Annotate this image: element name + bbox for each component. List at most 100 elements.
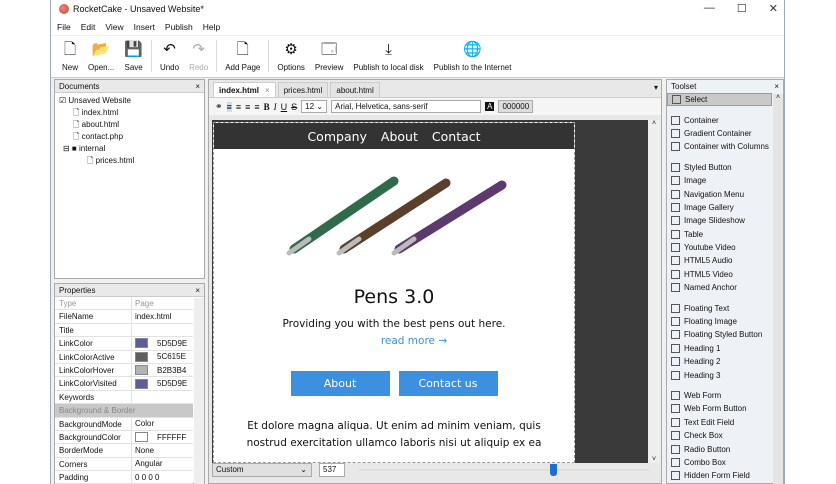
- link-icon[interactable]: ⚭: [215, 101, 223, 112]
- menu-view[interactable]: View: [105, 22, 123, 32]
- property-value[interactable]: index.html: [132, 310, 171, 322]
- menu-help[interactable]: Help: [203, 22, 220, 32]
- nav-company[interactable]: Company: [307, 129, 366, 144]
- tab-prices-html[interactable]: prices.html: [277, 82, 329, 97]
- property-value[interactable]: FFFFFF: [132, 431, 186, 443]
- align-center-icon[interactable]: ≡: [236, 102, 241, 112]
- menu-insert[interactable]: Insert: [134, 22, 155, 32]
- align-right-icon[interactable]: ≡: [245, 102, 250, 112]
- tool-floating-image[interactable]: Floating Image: [667, 315, 772, 328]
- tool-heading-1[interactable]: Heading 1: [667, 342, 772, 355]
- tab-about-html[interactable]: about.html: [330, 82, 380, 97]
- tab-menu-icon[interactable]: ▾: [654, 83, 658, 92]
- tool-html5-video[interactable]: HTML5 Video: [667, 268, 772, 281]
- tool-check-box[interactable]: Check Box: [667, 429, 772, 442]
- bold-button[interactable]: B: [264, 102, 270, 112]
- property-row[interactable]: BorderMode None: [55, 444, 193, 458]
- tool-styled-button[interactable]: Styled Button: [667, 161, 772, 174]
- tool-hidden-form-field[interactable]: Hidden Form Field: [667, 469, 772, 482]
- property-value[interactable]: 5C615E: [132, 351, 186, 363]
- property-row[interactable]: Corners Angular: [55, 457, 193, 472]
- width-slider[interactable]: [359, 464, 649, 476]
- redo-button[interactable]: ↷ Redo: [184, 41, 213, 72]
- menu-file[interactable]: File: [57, 22, 71, 32]
- property-row[interactable]: Title: [55, 323, 193, 338]
- add-page-button[interactable]: 🗋 Add Page: [220, 41, 265, 72]
- tree-root[interactable]: ☑ Unsaved Website: [59, 95, 200, 107]
- tool-heading-2[interactable]: Heading 2: [667, 355, 772, 368]
- color-swatch[interactable]: [135, 338, 148, 349]
- tool-gradient-container[interactable]: Gradient Container: [667, 127, 772, 140]
- about-button[interactable]: About: [290, 371, 390, 396]
- close-icon[interactable]: ×: [774, 82, 779, 91]
- justify-icon[interactable]: ≡: [254, 102, 259, 112]
- new-button[interactable]: 🗋 New: [57, 41, 83, 72]
- tool-image-slideshow[interactable]: Image Slideshow: [667, 214, 772, 227]
- tree-file[interactable]: 🗋 contact.php: [59, 131, 200, 143]
- property-row[interactable]: LinkColorVisited 5D5D9E: [55, 377, 193, 391]
- property-row[interactable]: LinkColorHover B2B3B4: [55, 363, 193, 378]
- italic-button[interactable]: I: [274, 102, 277, 112]
- tool-heading-3[interactable]: Heading 3: [667, 368, 772, 381]
- strike-button[interactable]: S: [291, 102, 297, 112]
- contact-us-button[interactable]: Contact us: [398, 371, 498, 396]
- tool-table[interactable]: Table: [667, 228, 772, 241]
- property-row[interactable]: Type Page: [55, 297, 193, 311]
- close-button[interactable]: ✕: [769, 2, 778, 15]
- tool-floating-text[interactable]: Floating Text: [667, 301, 772, 314]
- color-swatch[interactable]: [135, 351, 148, 362]
- property-value[interactable]: Angular: [132, 458, 163, 470]
- property-value[interactable]: B2B3B4: [132, 364, 186, 376]
- tool-select[interactable]: Select: [667, 93, 772, 107]
- tool-text-edit-field[interactable]: Text Edit Field: [667, 416, 772, 429]
- underline-button[interactable]: U: [281, 102, 288, 112]
- width-input[interactable]: 537: [319, 463, 345, 477]
- tool-named-anchor[interactable]: Named Anchor: [667, 281, 772, 294]
- color-swatch[interactable]: [135, 378, 148, 389]
- options-button[interactable]: ⚙ Options: [272, 41, 310, 72]
- tool-container[interactable]: Container: [667, 113, 772, 126]
- tool-radio-button[interactable]: Radio Button: [667, 442, 772, 455]
- property-value[interactable]: Color: [132, 418, 154, 430]
- nav-contact[interactable]: Contact: [432, 129, 481, 144]
- read-more-link[interactable]: read more →: [214, 335, 574, 347]
- property-row[interactable]: LinkColorActive 5C615E: [55, 350, 193, 364]
- tree-file[interactable]: 🗋 prices.html: [59, 155, 200, 167]
- tree-folder[interactable]: ⊟ ■ internal: [59, 143, 200, 155]
- property-value[interactable]: [132, 324, 135, 336]
- preview-button[interactable]: 🗔 Preview: [310, 41, 348, 72]
- menu-edit[interactable]: Edit: [81, 22, 96, 32]
- undo-button[interactable]: ↶ Undo: [155, 41, 184, 72]
- property-value[interactable]: Page: [132, 297, 154, 309]
- tool-web-form[interactable]: Web Form: [667, 389, 772, 402]
- open-button[interactable]: 📂 Open...: [83, 41, 119, 72]
- text-color-value[interactable]: 000000: [498, 100, 534, 113]
- property-value[interactable]: 5D5D9E: [132, 377, 187, 389]
- close-tab-icon[interactable]: ×: [265, 86, 270, 95]
- slider-handle[interactable]: [550, 464, 558, 476]
- property-row[interactable]: BackgroundMode Color: [55, 417, 193, 431]
- property-row[interactable]: Padding 0 0 0 0: [55, 471, 193, 484]
- close-icon[interactable]: ×: [195, 286, 200, 295]
- tool-web-form-button[interactable]: Web Form Button: [667, 402, 772, 415]
- preset-select[interactable]: Custom ⌄: [212, 463, 312, 477]
- tool-navigation-menu[interactable]: Navigation Menu: [667, 187, 772, 200]
- close-icon[interactable]: ×: [195, 82, 200, 91]
- tool-floating-styled-button[interactable]: Floating Styled Button: [667, 328, 772, 341]
- align-left-icon[interactable]: ≡: [226, 101, 232, 112]
- property-row[interactable]: LinkColor 5D5D9E: [55, 337, 193, 351]
- canvas-scrollbar[interactable]: ˄ ˅: [648, 120, 660, 463]
- color-swatch[interactable]: [135, 365, 148, 376]
- tool-combo-box[interactable]: Combo Box: [667, 456, 772, 469]
- property-row[interactable]: BackgroundColor FFFFFF: [55, 430, 193, 445]
- menu-publish[interactable]: Publish: [165, 22, 193, 32]
- text-color-button[interactable]: A: [485, 102, 495, 111]
- save-button[interactable]: 💾 Save: [119, 41, 148, 72]
- property-value[interactable]: None: [132, 444, 154, 456]
- property-value[interactable]: [132, 391, 135, 403]
- tool-html5-audio[interactable]: HTML5 Audio: [667, 254, 772, 267]
- property-row[interactable]: FileName index.html: [55, 310, 193, 324]
- tree-file[interactable]: 🗋 index.html: [59, 107, 200, 119]
- web-page[interactable]: Company About Contact Pens 3.0 Providing…: [213, 122, 575, 463]
- toolset-scrollbar[interactable]: ˄: [773, 94, 783, 484]
